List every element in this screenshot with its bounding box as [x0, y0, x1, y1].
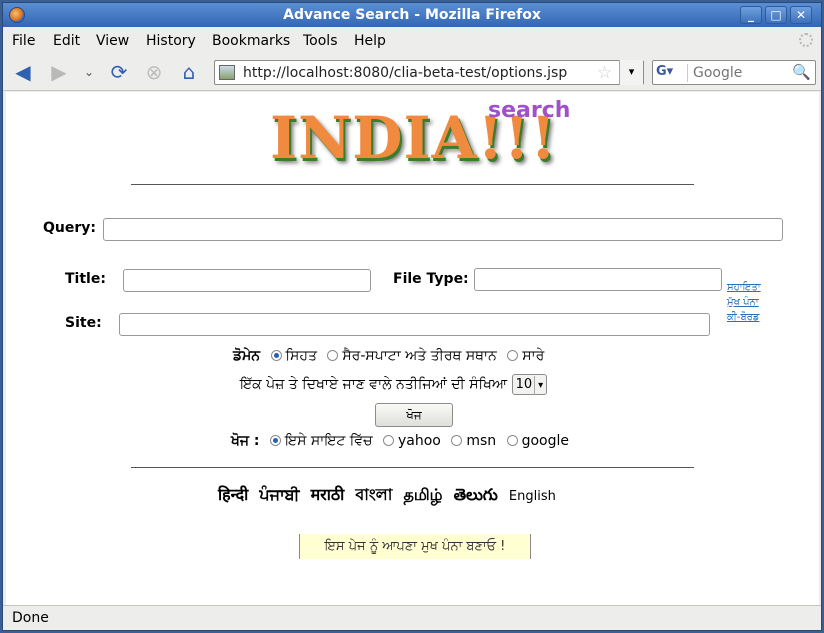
query-input[interactable]	[103, 218, 783, 241]
search-in-option-site: ਇਸੇ ਸਾਇਟ ਵਿੱਚ	[284, 433, 373, 449]
keyboard-link[interactable]: ਕੀ-ਬੋਰਡ	[727, 310, 761, 325]
query-label: Query:	[43, 220, 96, 236]
back-icon[interactable]: ◀	[11, 61, 35, 83]
search-button[interactable]: ਖੋਜ	[375, 403, 453, 427]
web-search-input[interactable]	[693, 64, 793, 82]
navigation-toolbar: ◀ ▶ ⌄ ⟳ ⊗ ⌂ http://localhost:8080/clia-b…	[3, 53, 821, 91]
domain-radio-health[interactable]	[270, 349, 282, 361]
history-dropdown-icon[interactable]: ⌄	[77, 61, 101, 83]
page-favicon-icon	[219, 65, 235, 80]
google-engine-icon: G	[656, 64, 667, 79]
domain-radio-all[interactable]	[507, 349, 519, 361]
title-bar: Advance Search - Mozilla Firefox _ □ ✕	[3, 3, 821, 27]
chevron-down-icon: ▾	[534, 376, 543, 395]
browser-window: Advance Search - Mozilla Firefox _ □ ✕ F…	[2, 2, 822, 631]
minimize-button[interactable]: _	[740, 6, 762, 24]
menu-bar: File Edit View History Bookmarks Tools H…	[3, 27, 821, 53]
search-in-option-yahoo: yahoo	[397, 433, 441, 449]
results-row: ਇੱਕ ਪੇਜ਼ ਤੇ ਦਿਖਾਏ ਜਾਣ ਵਾਲੇ ਨਤੀਜਿਆਂ ਦੀ ਸੰ…	[240, 374, 548, 395]
url-dropdown-icon[interactable]: ▾	[619, 60, 643, 85]
domain-option-all: ਸਾਰੇ	[522, 348, 545, 364]
site-logo: INDIA!!! search	[270, 98, 571, 172]
search-in-option-google: google	[521, 433, 569, 449]
results-count-label: ਇੱਕ ਪੇਜ਼ ਤੇ ਦਿਖਾਏ ਜਾਣ ਵਾਲੇ ਨਤੀਜਿਆਂ ਦੀ ਸੰ…	[240, 376, 508, 393]
menu-file[interactable]: File	[12, 33, 35, 49]
help-link[interactable]: ਸਹਾਇਤਾ	[727, 280, 761, 295]
status-bar: Done	[3, 605, 821, 630]
lang-telugu[interactable]: తెలుగు	[454, 485, 498, 504]
top-divider	[131, 184, 694, 185]
lang-hindi[interactable]: हिन्दी	[218, 485, 248, 504]
throbber-icon	[799, 33, 813, 47]
filetype-label: File Type:	[393, 271, 469, 287]
filetype-input[interactable]	[474, 268, 722, 291]
page-content: INDIA!!! search Query: Title: File Type:…	[6, 92, 819, 605]
lang-punjabi[interactable]: ਪੰਜਾਬੀ	[259, 485, 299, 504]
title-input[interactable]	[123, 269, 371, 292]
reload-icon[interactable]: ⟳	[107, 61, 131, 83]
lang-english[interactable]: English	[509, 489, 556, 504]
search-in-radio-yahoo[interactable]	[382, 434, 394, 446]
results-count-select[interactable]: 10 ▾	[511, 374, 548, 395]
close-button[interactable]: ✕	[790, 6, 812, 24]
lang-marathi[interactable]: मराठी	[311, 485, 345, 504]
search-in-radio-google[interactable]	[506, 434, 518, 446]
domain-option-tourism: ਸੈਰ-ਸਪਾਟਾ ਅਤੇ ਤੀਰਥ ਸਥਾਨ	[342, 348, 497, 364]
url-bar[interactable]: http://localhost:8080/clia-beta-test/opt…	[214, 60, 644, 85]
forward-icon[interactable]: ▶	[47, 61, 71, 83]
status-text: Done	[12, 610, 49, 626]
menu-edit[interactable]: Edit	[53, 33, 80, 49]
domain-radio-tourism[interactable]	[327, 349, 339, 361]
menu-help[interactable]: Help	[354, 33, 386, 49]
stop-icon[interactable]: ⊗	[142, 61, 166, 83]
web-search-box[interactable]: G▾ 🔍	[652, 60, 816, 85]
menu-view[interactable]: View	[96, 33, 129, 49]
set-homepage-link[interactable]: ਇਸ ਪੇਜ ਨੂੰ ਆਪਣਾ ਮੁਖ ਪੰਨਾ ਬਣਾਓ !	[299, 534, 531, 559]
maximize-button[interactable]: □	[765, 6, 787, 24]
language-links: हिन्दी ਪੰਜਾਬੀ मराठी বাংলা தமிழ் తెలుగు E…	[218, 482, 562, 509]
menu-tools[interactable]: Tools	[303, 33, 338, 49]
lang-tamil[interactable]: தமிழ்	[403, 485, 442, 504]
search-in-label: ਖੋਜ :	[231, 433, 260, 449]
home-icon[interactable]: ⌂	[177, 61, 201, 83]
search-in-option-msn: msn	[466, 433, 497, 449]
domain-label: ਡੋਮੇਨ	[233, 348, 261, 364]
title-label: Title:	[65, 271, 106, 287]
site-label: Site:	[65, 315, 102, 331]
bookmark-star-icon[interactable]: ☆	[597, 63, 612, 83]
results-count-value: 10	[515, 377, 533, 392]
bottom-divider	[131, 467, 694, 468]
search-icon[interactable]: 🔍	[792, 63, 811, 81]
domain-option-health: ਸਿਹਤ	[285, 348, 317, 364]
logo-search-text: search	[488, 98, 571, 123]
url-text[interactable]: http://localhost:8080/clia-beta-test/opt…	[243, 65, 567, 81]
search-in-radio-site[interactable]	[269, 434, 281, 446]
search-engine-selector[interactable]: G▾	[656, 64, 688, 82]
lang-bengali[interactable]: বাংলা	[355, 485, 392, 504]
home-link[interactable]: ਮੁੱਖ ਪੰਨਾ	[727, 295, 761, 310]
menu-bookmarks[interactable]: Bookmarks	[212, 33, 290, 49]
site-input[interactable]	[119, 313, 710, 336]
domain-row: ਡੋਮੇਨ ਸਿਹਤ ਸੈਰ-ਸਪਾਟਾ ਅਤੇ ਤੀਰਥ ਸਥਾਨ ਸਾਰੇ	[233, 348, 544, 364]
window-title: Advance Search - Mozilla Firefox	[283, 7, 541, 23]
menu-history[interactable]: History	[146, 33, 196, 49]
side-links: ਸਹਾਇਤਾ ਮੁੱਖ ਪੰਨਾ ਕੀ-ਬੋਰਡ	[727, 280, 761, 325]
search-in-row: ਖੋਜ : ਇਸੇ ਸਾਇਟ ਵਿੱਚ yahoo msn google	[231, 433, 569, 449]
search-in-radio-msn[interactable]	[451, 434, 463, 446]
